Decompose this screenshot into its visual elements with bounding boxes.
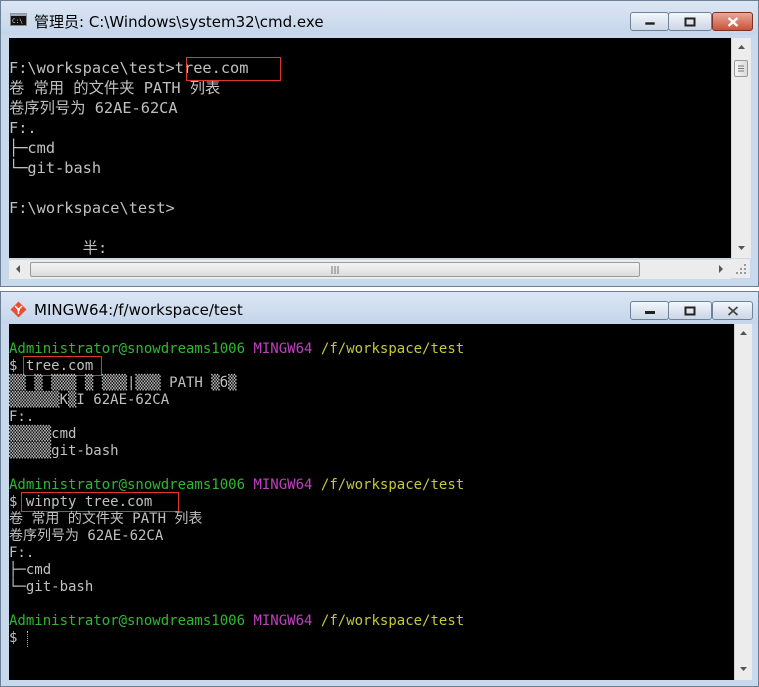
mingw-vertical-scrollbar[interactable] xyxy=(734,324,752,680)
cmd-line-3: 卷序列号为 62AE-62CA xyxy=(9,99,178,117)
scroll-up-arrow-icon[interactable] xyxy=(735,326,752,340)
prompt-user-host: Administrator@snowdreams1006 xyxy=(9,477,246,493)
command-highlight-2 xyxy=(21,492,179,512)
scroll-down-arrow-icon[interactable] xyxy=(735,662,752,676)
mingw-window-title: MINGW64:/f/workspace/test xyxy=(34,301,243,319)
output-line: └─git-bash xyxy=(9,579,94,595)
cmd-line-6: └─git-bash xyxy=(9,159,102,177)
mingw-close-button[interactable] xyxy=(712,301,753,320)
scroll-left-arrow-icon[interactable] xyxy=(12,263,24,275)
cmd-line-10: 半: xyxy=(9,239,108,257)
mingw-minimize-button[interactable] xyxy=(630,301,669,320)
cmd-line-5: ├─cmd xyxy=(9,139,56,157)
thumb-grip-icon xyxy=(738,65,744,72)
output-line: 卷 常用 的文件夹 PATH 列表 xyxy=(9,511,203,527)
thumb-grip-icon xyxy=(331,266,339,274)
maximize-icon xyxy=(684,17,696,26)
prompt-path: /f/workspace/test xyxy=(320,477,465,493)
mingw-maximize-button[interactable] xyxy=(668,301,712,320)
cmd-line-4: F:. xyxy=(9,119,37,137)
output-line: ▒▒ ▒ ▒▒▒ ▒ ▒▒▒|▒▒▒ PATH ▒б▒ xyxy=(9,375,237,391)
cmd-window: C:\ 管理员: C:\Windows\system32\cmd.exe F:\… xyxy=(0,0,759,287)
output-line: 卷序列号为 62AE-62CA xyxy=(9,528,164,544)
prompt-path: /f/workspace/test xyxy=(320,341,465,357)
cmd-maximize-button[interactable] xyxy=(668,12,712,31)
cmd-horizontal-scrollbar[interactable] xyxy=(9,259,731,279)
cmd-line-8: F:\workspace\test> xyxy=(9,199,175,217)
command-line[interactable]: $ xyxy=(9,630,26,647)
prompt-user-host: Administrator@snowdreams1006 xyxy=(9,613,246,629)
prompt-path: /f/workspace/test xyxy=(320,613,465,629)
cmd-line-2: 卷 常用 的文件夹 PATH 列表 xyxy=(9,79,221,97)
cmd-minimize-button[interactable] xyxy=(630,12,669,31)
cmd-app-icon: C:\ xyxy=(10,13,27,26)
command-highlight-1 xyxy=(23,356,102,376)
cmd-horizontal-scroll-thumb[interactable] xyxy=(30,262,640,277)
output-line: ▒▒▒▒▒▒K▒I 62AE-62CA xyxy=(9,392,170,408)
cmd-vertical-scroll-thumb[interactable] xyxy=(734,60,748,77)
output-line: ▒▒▒▒▒git-bash xyxy=(9,443,119,459)
prompt-symbol: $ xyxy=(9,630,26,646)
maximize-icon xyxy=(684,306,696,315)
text-cursor xyxy=(27,631,29,647)
prompt-env: MINGW64 xyxy=(253,613,313,629)
minimize-icon xyxy=(644,310,655,314)
resize-grip-icon xyxy=(736,264,746,274)
scroll-right-arrow-icon[interactable] xyxy=(715,263,727,275)
prompt-env: MINGW64 xyxy=(253,341,313,357)
output-line: F:. xyxy=(9,545,35,561)
close-icon xyxy=(727,305,738,316)
svg-text:C:\: C:\ xyxy=(12,18,23,25)
git-diamond-icon xyxy=(10,301,27,318)
cmd-console[interactable]: F:\workspace\test>tree.com 卷 常用 的文件夹 PAT… xyxy=(9,38,731,258)
mingw-window: MINGW64:/f/workspace/test Administrator@… xyxy=(0,291,759,687)
minimize-icon xyxy=(644,21,655,25)
scroll-up-arrow-icon[interactable] xyxy=(732,40,751,54)
output-line: ▒▒▒▒▒cmd xyxy=(9,426,77,442)
prompt-line: Administrator@snowdreams1006 MINGW64 /f/… xyxy=(9,613,464,630)
mingw-console[interactable]: Administrator@snowdreams1006 MINGW64 /f/… xyxy=(9,324,734,680)
close-icon xyxy=(727,16,738,27)
output-line: ├─cmd xyxy=(9,562,52,578)
cmd-resize-grip[interactable] xyxy=(731,259,750,278)
output-line: F:. xyxy=(9,409,35,425)
cmd-window-title: 管理员: C:\Windows\system32\cmd.exe xyxy=(34,13,324,31)
prompt-user-host: Administrator@snowdreams1006 xyxy=(9,341,246,357)
cmd-command-highlight xyxy=(186,57,281,81)
mingw-title-bar[interactable]: MINGW64:/f/workspace/test xyxy=(1,292,758,324)
cmd-close-button[interactable] xyxy=(712,12,753,31)
cmd-vertical-scrollbar[interactable] xyxy=(731,38,751,258)
cmd-title-bar[interactable]: C:\ 管理员: C:\Windows\system32\cmd.exe xyxy=(1,1,758,35)
scroll-down-arrow-icon[interactable] xyxy=(732,241,751,255)
prompt-env: MINGW64 xyxy=(253,477,313,493)
